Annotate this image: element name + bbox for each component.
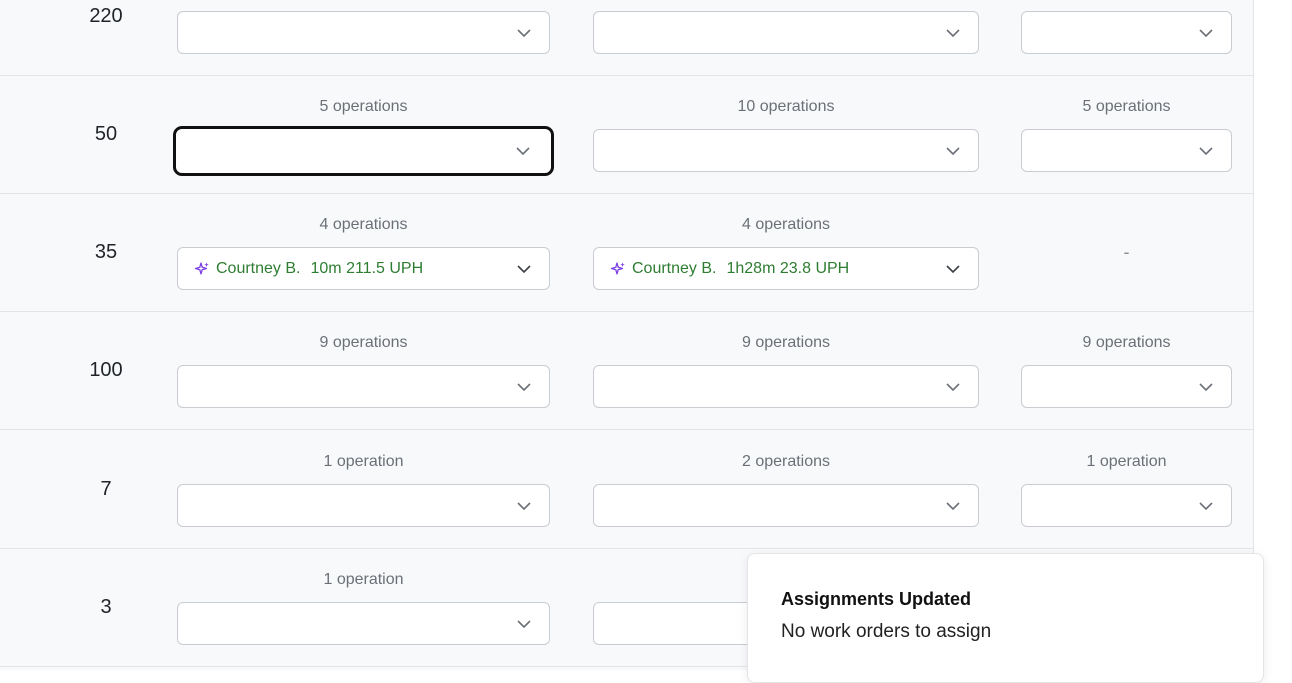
toast-title: Assignments Updated — [781, 589, 972, 609]
operations-count: 10 operations — [737, 98, 835, 115]
chevron-down-icon — [516, 147, 530, 156]
chevron-down-icon — [946, 501, 960, 510]
operations-count: 4 operations — [319, 216, 408, 233]
operations-count: 4 operations — [741, 216, 831, 233]
assignee-select[interactable] — [177, 365, 550, 408]
quantity-value: 100 — [89, 359, 123, 381]
assignee-rate: 211.5 UPH — [346, 259, 424, 277]
table-row: 35 4 operations Courtney B. 10m 211.5 UPH… — [0, 194, 1253, 312]
chevron-down-icon — [517, 619, 531, 628]
operations-count: 1 operation — [323, 571, 404, 588]
assignee-select[interactable] — [1021, 365, 1232, 408]
assignee-time: 10m — [310, 259, 342, 277]
assignee-time: 1h28m — [726, 259, 776, 277]
toast-message: No work orders to assign — [781, 621, 992, 642]
chevron-down-icon — [946, 382, 960, 391]
table-row: 7 1 operation 2 operations 1 operation — [0, 431, 1253, 549]
assignee-select[interactable] — [177, 484, 550, 527]
chevron-down-icon — [946, 264, 960, 273]
notification-toast: Assignments Updated No work orders to as… — [747, 553, 1264, 683]
operations-count: 1 operation — [323, 453, 404, 470]
quantity-value: 220 — [89, 5, 123, 27]
assignee-name: Courtney B. — [632, 259, 717, 277]
sparkle-icon — [610, 261, 625, 275]
assignee-select[interactable] — [593, 129, 979, 172]
operations-count: 9 operations — [741, 334, 831, 351]
operations-count: 1 operation — [1086, 453, 1167, 470]
operations-count: 9 operations — [319, 334, 408, 351]
assignee-select[interactable] — [593, 365, 979, 408]
chevron-down-icon — [946, 28, 960, 37]
assignee-select[interactable]: Courtney B. 10m 211.5 UPH — [177, 247, 550, 290]
chevron-down-icon — [517, 501, 531, 510]
operations-count: 5 operations — [319, 98, 408, 115]
chevron-down-icon — [946, 146, 960, 155]
chevron-down-icon — [517, 28, 531, 37]
assignee-select[interactable] — [173, 126, 554, 176]
chevron-down-icon — [517, 382, 531, 391]
chevron-down-icon — [1199, 146, 1213, 155]
sparkle-icon — [194, 261, 209, 275]
assignee-select[interactable]: Courtney B. 1h28m 23.8 UPH — [593, 247, 979, 290]
operations-count: 9 operations — [1082, 334, 1171, 351]
chevron-down-icon — [1199, 501, 1213, 510]
quantity-value: 35 — [94, 241, 118, 263]
assignee-select[interactable] — [177, 602, 550, 645]
operations-count: 5 operations — [1082, 98, 1171, 115]
assignee-select[interactable] — [177, 11, 550, 54]
assignee-select[interactable] — [1021, 11, 1232, 54]
quantity-value: 7 — [100, 478, 112, 500]
table-row: 50 5 operations 10 operations 5 operatio… — [0, 76, 1253, 194]
no-operations-placeholder: - — [1123, 242, 1130, 262]
assignee-suggestion: Courtney B. 1h28m 23.8 UPH — [632, 260, 849, 278]
assignee-rate: 23.8 UPH — [779, 259, 850, 277]
assignee-name: Courtney B. — [216, 259, 301, 277]
table-row: 220 — [0, 0, 1253, 76]
chevron-down-icon — [1199, 28, 1213, 37]
assignee-select[interactable] — [1021, 129, 1232, 172]
operations-count: 2 operations — [741, 453, 831, 470]
chevron-down-icon — [1199, 382, 1213, 391]
assignee-select[interactable] — [1021, 484, 1232, 527]
table-row: 100 9 operations 9 operations 9 operatio… — [0, 312, 1253, 430]
assignee-select[interactable] — [593, 484, 979, 527]
assignee-select[interactable] — [593, 11, 979, 54]
quantity-value: 3 — [100, 596, 112, 618]
quantity-value: 50 — [94, 123, 118, 145]
chevron-down-icon — [517, 264, 531, 273]
assignee-suggestion: Courtney B. 10m 211.5 UPH — [216, 260, 423, 278]
